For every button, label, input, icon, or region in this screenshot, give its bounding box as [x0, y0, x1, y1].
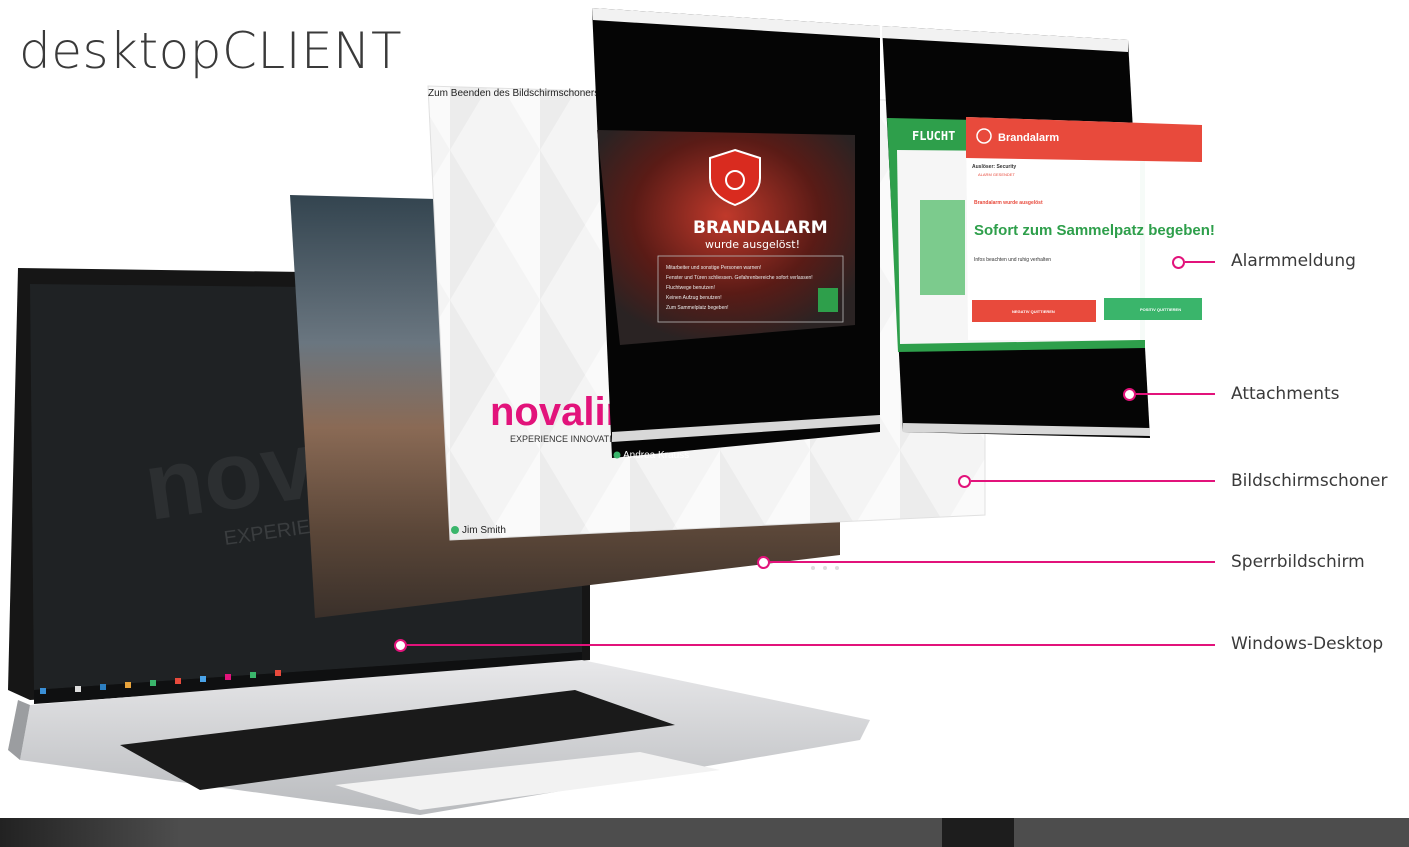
alarm-user: Andrea Krauss [623, 450, 689, 461]
popup-trigger: Auslöser: Security [972, 164, 1016, 170]
popup-title: Brandalarm [998, 132, 1059, 144]
callout-label: Attachments [1231, 384, 1340, 404]
plan-title: FLUCHT [912, 129, 955, 143]
alarm-popup: Brandalarm Auslöser: Security ALARM GESE… [966, 117, 1215, 340]
popup-status: ALARM GESENDET [978, 172, 1015, 177]
callout-label: Bildschirmschoner [1231, 471, 1388, 491]
alarm-instruction: Fenster und Türen schliessen. Gefahrenbe… [666, 275, 813, 281]
layer-illustration: nova EXPERIE Zum Beenden des Bildschirms [8, 8, 1215, 815]
popup-info: Brandalarm wurde ausgelöst [974, 200, 1043, 206]
negative-ack-label: NEGATIV QUITTIEREN [1012, 309, 1055, 314]
alarm-title: BRANDALARM [693, 218, 828, 238]
callout-label: Windows-Desktop [1231, 634, 1384, 654]
alarm-instruction: Mitarbeiter und sonstige Personen warnen… [666, 265, 761, 271]
alarm-subtitle: wurde ausgelöst! [705, 238, 800, 251]
callout-label: Alarmmeldung [1231, 251, 1356, 271]
positive-ack-label: POSITIV QUITTIEREN [1140, 307, 1181, 312]
alarm-instruction: Zum Sammelplatz begeben! [666, 305, 729, 311]
alarm-window-left: BRANDALARM wurde ausgelöst! Mitarbeiter … [592, 8, 880, 461]
alarm-instruction: Keinen Aufzug benutzen! [666, 295, 722, 301]
popup-message: Sofort zum Sammelpatz begeben! [974, 222, 1215, 239]
callout-label: Sperrbildschirm [1231, 552, 1365, 572]
screensaver-tagline: EXPERIENCE INNOVATION [510, 434, 625, 444]
screensaver-banner: Zum Beenden des Bildschirmschoners, ES [428, 88, 618, 99]
bottom-photo-strip [0, 818, 1409, 847]
screensaver-user: Jim Smith [462, 525, 506, 536]
popup-hint: Infos beachten und ruhig verhalten [974, 257, 1051, 263]
escape-sign-icon [818, 288, 838, 312]
alarm-instruction: Fluchtwege benutzen! [666, 285, 715, 291]
